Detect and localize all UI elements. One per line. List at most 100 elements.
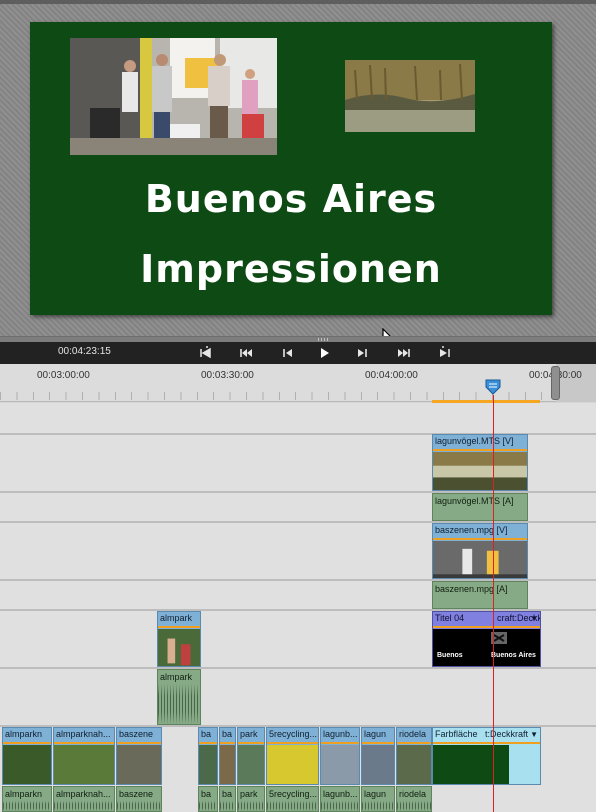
title-text-line-2: Impressionen [140, 247, 442, 291]
current-timecode[interactable]: 00:04:23:15 [58, 346, 111, 357]
clip-fx-bar [433, 626, 540, 628]
clip-label: baszene [119, 789, 154, 799]
audio-waveform [54, 801, 114, 811]
main-audio-clip[interactable]: lagunb... [320, 786, 360, 812]
clip-thumbnail [397, 745, 431, 784]
ruler-tick-marks [0, 392, 596, 400]
clip-thumbnail [267, 745, 318, 784]
main-audio-clip[interactable]: almparkn [2, 786, 52, 812]
main-video-clip[interactable]: baszene [116, 727, 162, 785]
main-audio-clip[interactable]: riodela [396, 786, 432, 812]
main-video-clip[interactable]: lagunb... [320, 727, 360, 785]
clip-fx-bar [433, 449, 527, 451]
clip-thumbnail: Buenos Buenos Aires [433, 629, 540, 666]
clip-thumbnail [321, 745, 359, 784]
audio-track-1[interactable] [0, 669, 596, 725]
clip-thumbnail [433, 745, 509, 784]
street-scene-photo [70, 38, 277, 155]
main-video-clip[interactable]: almparknah... [53, 727, 115, 785]
audio-waveform [397, 801, 431, 811]
timeline-tracks: lagunvögel.MTS [V] lagunvögel.MTS [A] ba… [0, 403, 596, 812]
main-video-clip[interactable]: lagun [361, 727, 395, 785]
clip-color-matte[interactable]: Farbfläche t:Deckkraft ▼ [432, 727, 541, 785]
audio-waveform [117, 801, 161, 811]
clip-baszenen-video[interactable]: baszenen.mpg [V] [432, 523, 528, 579]
chevron-down-icon[interactable]: ▼ [530, 614, 538, 623]
clip-label: lagunb... [323, 789, 358, 799]
main-audio-clip[interactable]: 5recycling... [266, 786, 319, 812]
step-back-icon[interactable] [280, 345, 296, 361]
main-video-clip[interactable]: 5recycling... [266, 727, 319, 785]
main-audio-clip[interactable]: almparknah... [53, 786, 115, 812]
step-forward-icon[interactable] [354, 345, 370, 361]
main-video-clip[interactable]: ba [198, 727, 218, 785]
main-audio-clip[interactable]: ba [198, 786, 218, 812]
zoom-scroll-handle[interactable] [551, 366, 560, 400]
clip-fx-bar [267, 742, 318, 744]
clip-thumbnail [433, 541, 527, 578]
clip-label: riodela [399, 729, 427, 739]
clip-label: Titel 04 [435, 613, 465, 623]
ruler-label: 00:04:00:00 [365, 370, 418, 381]
clip-label: lagunvögel.MTS [A] [435, 496, 514, 506]
clip-label: almparknah... [56, 729, 111, 739]
main-audio-clip[interactable]: ba [219, 786, 236, 812]
clip-label: 5recycling... [269, 729, 318, 739]
clip-thumbnail [158, 629, 200, 666]
clip-label: riodela [399, 789, 427, 799]
clip-fx-bar [54, 742, 114, 744]
goto-out-point-icon[interactable] [436, 345, 452, 361]
main-audio-clip[interactable]: lagun [361, 786, 395, 812]
chevron-down-icon[interactable]: ▼ [530, 730, 538, 739]
clip-label: 5recycling... [269, 789, 318, 799]
main-video-clip[interactable]: ba [219, 727, 236, 785]
clip-fx-bar [117, 742, 161, 744]
clip-lagunvoegel-video[interactable]: lagunvögel.MTS [V] [432, 434, 528, 491]
play-icon[interactable] [316, 345, 332, 361]
clip-almpark-video[interactable]: almpark [157, 611, 201, 667]
main-audio-clip[interactable]: baszene [116, 786, 162, 812]
main-video-clip[interactable]: riodela [396, 727, 432, 785]
audio-waveform [238, 801, 264, 811]
audio-waveform [321, 801, 359, 811]
clip-thumbnail [362, 745, 394, 784]
timeline-ruler[interactable]: 00:03:00:00 00:03:30:00 00:04:00:00 00:0… [0, 364, 596, 402]
clip-lagunvoegel-audio[interactable]: lagunvögel.MTS [A] [432, 493, 528, 521]
clip-label: baszenen.mpg [A] [435, 584, 508, 594]
clip-fx-bar [397, 742, 431, 744]
preview-frame[interactable]: Buenos Aires Impressionen [30, 22, 552, 315]
clip-fx-bar [199, 742, 217, 744]
ruler-label: 00:03:00:00 [37, 370, 90, 381]
clip-label: ba [201, 789, 212, 799]
goto-next-edit-icon[interactable] [396, 345, 412, 361]
clip-fx-bar [362, 742, 394, 744]
goto-in-point-icon[interactable] [198, 345, 214, 361]
main-audio-clip[interactable]: park [237, 786, 265, 812]
clip-label: almparkn [5, 729, 43, 739]
clip-label: almparknah... [56, 789, 111, 799]
clip-label: ba [222, 729, 233, 739]
clip-fx-bar [321, 742, 359, 744]
clip-thumbnail [433, 452, 527, 490]
clip-label: lagun [364, 789, 387, 799]
clip-thumbnail [3, 745, 51, 784]
monitor-top-border [0, 0, 596, 4]
main-video-clip[interactable]: park [237, 727, 265, 785]
main-video-clip[interactable]: almparkn [2, 727, 52, 785]
title-thumb-text: Buenos [437, 652, 463, 659]
audio-waveform [362, 801, 394, 811]
clip-thumbnail [238, 745, 264, 784]
clip-title-04[interactable]: Titel 04 craft:Deckkraft ▼ Buenos Buenos… [432, 611, 541, 667]
clip-label: lagunb... [323, 729, 358, 739]
clip-almpark-audio[interactable]: almpark [157, 669, 201, 725]
clip-fx-bar [220, 742, 235, 744]
clip-label: lagun [364, 729, 387, 739]
clip-baszenen-audio[interactable]: baszenen.mpg [A] [432, 581, 528, 609]
playhead-line[interactable] [493, 395, 494, 812]
clip-label: ba [222, 789, 233, 799]
title-text-line-1: Buenos Aires [144, 177, 438, 221]
playhead-handle-icon[interactable] [485, 379, 501, 395]
goto-previous-edit-icon[interactable] [238, 345, 254, 361]
title-thumb-text: Buenos Aires [491, 652, 536, 659]
clip-fx-bar [238, 742, 264, 744]
